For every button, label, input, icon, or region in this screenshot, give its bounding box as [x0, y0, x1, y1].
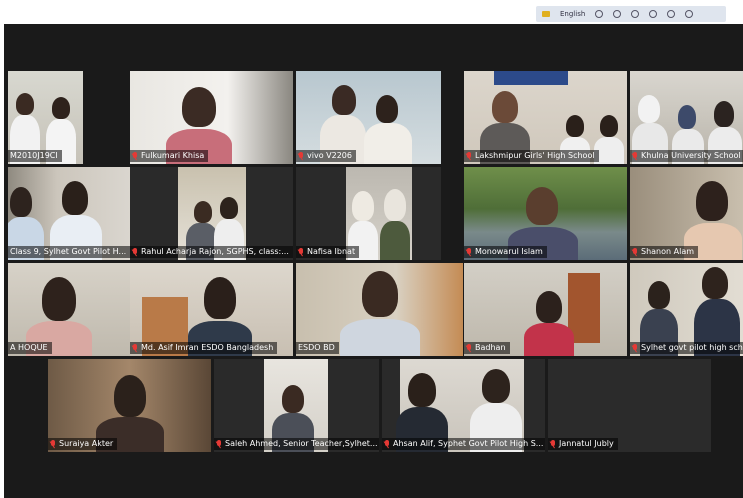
participant-name-label: Ahsan Alif, Syphet Govt Pilot High S... — [382, 438, 545, 450]
mic-muted-icon — [132, 248, 138, 256]
video-tile[interactable]: Nafisa Ibnat — [296, 167, 441, 260]
power-icon[interactable] — [685, 10, 694, 18]
language-indicator[interactable]: English — [560, 10, 585, 18]
user-icon[interactable] — [613, 10, 622, 18]
gallery-view: M2010J19CI Fulkumari Khisa vivo V2206 La… — [4, 24, 743, 498]
mic-muted-icon — [298, 152, 304, 160]
window-top-bar: English — [0, 0, 743, 24]
participant-name-label: Md. Asif Imran ESDO Bangladesh — [130, 342, 278, 354]
mic-muted-icon — [216, 440, 222, 448]
mic-muted-icon — [132, 344, 138, 352]
participant-name-label: Fulkumari Khisa — [130, 150, 209, 162]
participant-name-label: M2010J19CI — [8, 150, 62, 162]
mic-muted-icon — [132, 152, 138, 160]
participant-name-label: Lakshmipur Girls' High School — [464, 150, 599, 162]
video-tile[interactable]: Lakshmipur Girls' High School — [464, 71, 627, 164]
video-tile[interactable]: Sylhet govt pilot high sch — [630, 263, 743, 356]
help-icon[interactable] — [667, 10, 676, 18]
system-tray: English — [536, 6, 726, 22]
mic-muted-icon — [466, 248, 472, 256]
participant-name-label: Sylhet govt pilot high sch — [630, 342, 743, 354]
minimize-icon[interactable] — [595, 10, 604, 18]
participant-name-label: Class 9, Sylhet Govt Pilot H... — [8, 246, 131, 258]
video-tile[interactable]: Md. Asif Imran ESDO Bangladesh — [130, 263, 293, 356]
video-tile[interactable]: Badhan — [464, 263, 627, 356]
video-tile[interactable]: Jannatul Jubly — [548, 359, 711, 452]
settings-icon[interactable] — [631, 10, 640, 18]
video-tile[interactable]: vivo V2206 — [296, 71, 441, 164]
participant-name-label: Monowarul Islam — [464, 246, 547, 258]
mic-muted-icon — [632, 248, 638, 256]
keyboard-icon[interactable] — [542, 11, 550, 17]
participant-name-label: ESDO BD — [296, 342, 339, 354]
video-tile[interactable]: Shanon Alam — [630, 167, 743, 260]
mic-muted-icon — [298, 248, 304, 256]
video-tile[interactable]: Monowarul Islam — [464, 167, 627, 260]
participant-name-label: Badhan — [464, 342, 510, 354]
participant-name-label: Jannatul Jubly — [548, 438, 618, 450]
mic-muted-icon — [466, 152, 472, 160]
refresh-icon[interactable] — [649, 10, 658, 18]
participant-name-label: Nafisa Ibnat — [296, 246, 360, 258]
video-tile[interactable]: Ahsan Alif, Syphet Govt Pilot High S... — [382, 359, 545, 452]
participant-name-label: Shanon Alam — [630, 246, 699, 258]
video-tile[interactable]: Rahul Acharja Rajon, SGPHS, class:... — [130, 167, 293, 260]
video-tile[interactable]: A HOQUE — [8, 263, 131, 356]
mic-muted-icon — [550, 440, 556, 448]
participant-name-label: A HOQUE — [8, 342, 52, 354]
participant-name-label: vivo V2206 — [296, 150, 356, 162]
video-tile[interactable]: Khulna University School — [630, 71, 743, 164]
participant-name-label: Suraiya Akter — [48, 438, 118, 450]
mic-muted-icon — [466, 344, 472, 352]
participant-name-label: Khulna University School — [630, 150, 743, 162]
mic-muted-icon — [50, 440, 56, 448]
video-tile-active-speaker[interactable]: ESDO BD — [296, 263, 463, 356]
mic-muted-icon — [632, 152, 638, 160]
mic-muted-icon — [384, 440, 390, 448]
video-tile[interactable]: M2010J19CI — [8, 71, 83, 164]
video-tile[interactable]: Fulkumari Khisa — [130, 71, 293, 164]
video-tile[interactable]: Saleh Ahmed, Senior Teacher,Sylhet... — [214, 359, 379, 452]
participant-name-label: Rahul Acharja Rajon, SGPHS, class:... — [130, 246, 293, 258]
participant-name-label: Saleh Ahmed, Senior Teacher,Sylhet... — [214, 438, 379, 450]
mic-muted-icon — [632, 344, 638, 352]
video-tile[interactable]: Suraiya Akter — [48, 359, 211, 452]
video-tile[interactable]: Class 9, Sylhet Govt Pilot H... — [8, 167, 131, 260]
